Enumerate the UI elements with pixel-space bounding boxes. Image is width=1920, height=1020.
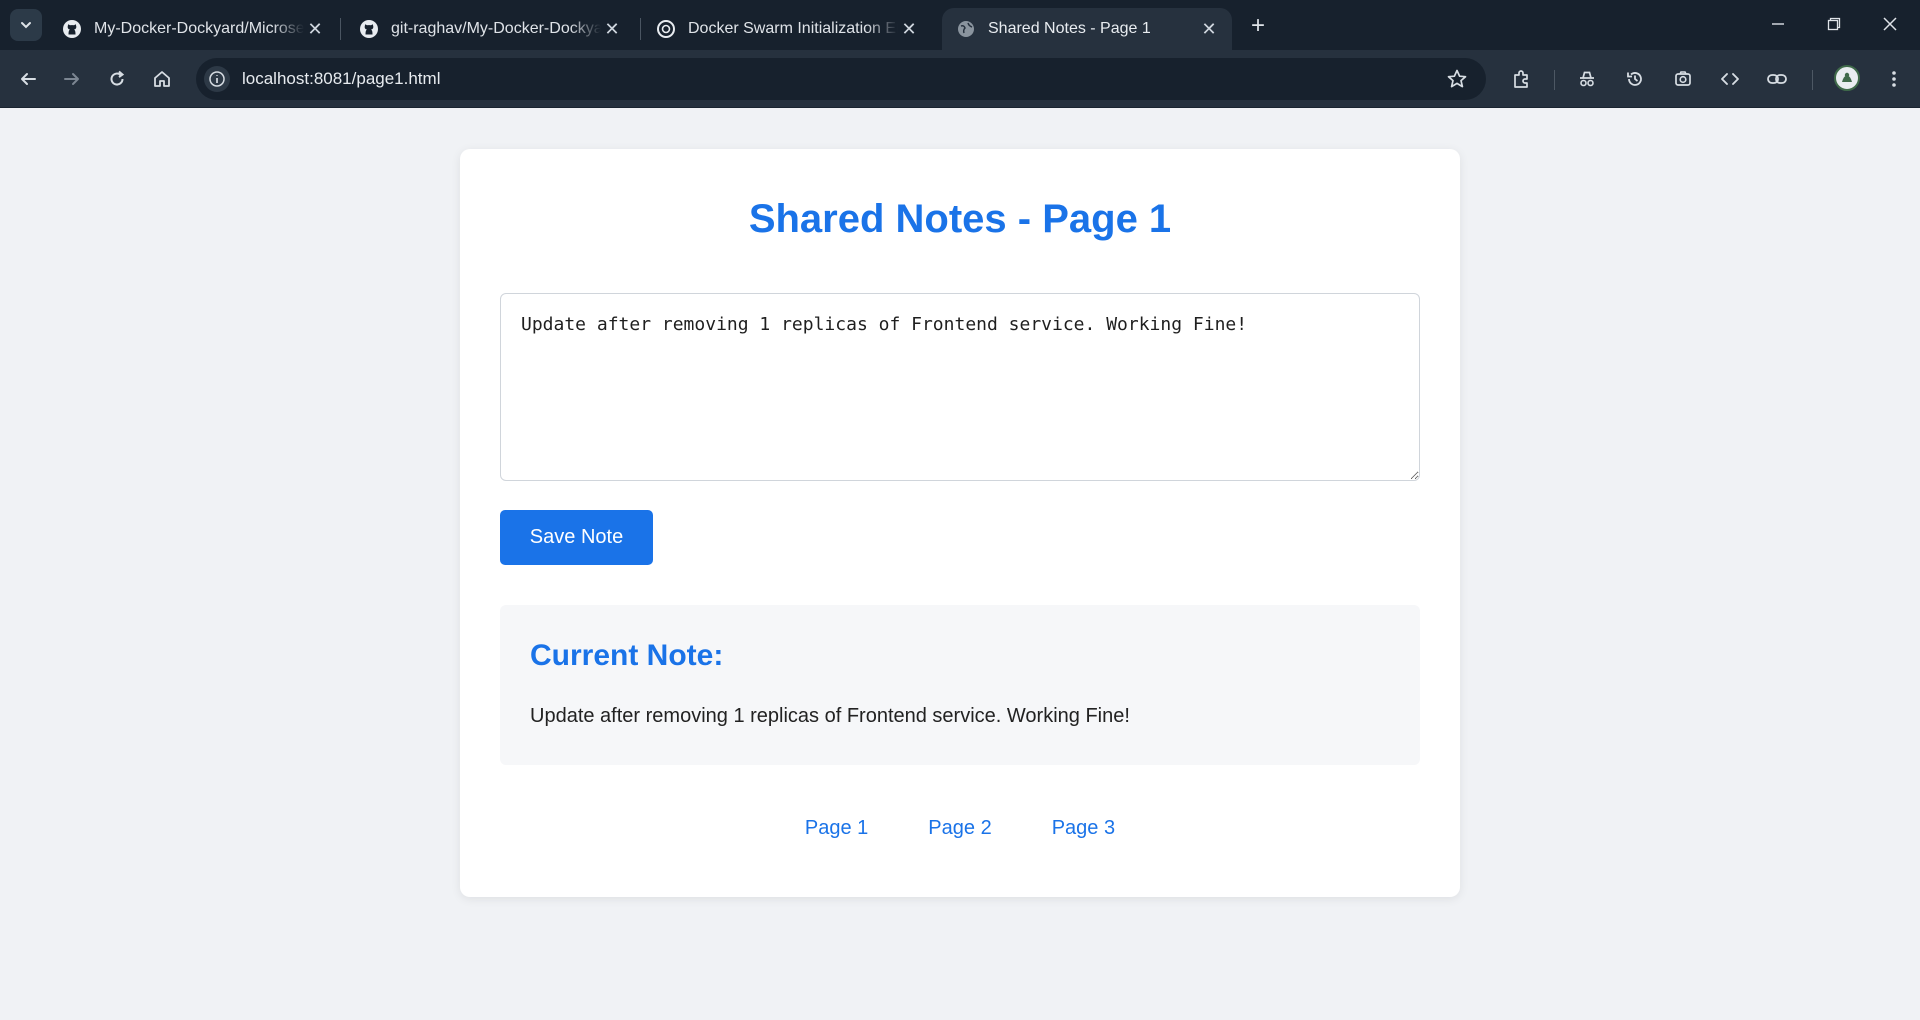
menu-kebab-icon[interactable] [1878, 63, 1910, 95]
save-note-button[interactable]: Save Note [500, 510, 653, 565]
note-textarea[interactable]: Update after removing 1 replicas of Fron… [500, 293, 1420, 481]
browser-tab-2[interactable]: git-raghav/My-Docker-Dockyard ✕ [345, 8, 635, 50]
restore-icon[interactable] [1806, 0, 1862, 48]
chevron-down-icon [21, 22, 31, 29]
browser-toolbar: localhost:8081/page1.html [0, 50, 1920, 108]
github-icon [62, 19, 82, 39]
toolbar-divider [1554, 70, 1555, 90]
close-tab-icon[interactable]: ✕ [898, 18, 920, 40]
tab-title: Shared Notes - Page 1 [988, 20, 1151, 37]
tab-title: git-raghav/My-Docker-Dockyard [391, 20, 601, 37]
url-text: localhost:8081/page1.html [242, 69, 441, 88]
browser-tab-4[interactable]: Shared Notes - Page 1 ✕ [942, 8, 1232, 50]
history-icon[interactable] [1619, 63, 1651, 95]
tab-title: Docker Swarm Initialization Error [688, 20, 898, 37]
current-note-panel: Current Note: Update after removing 1 re… [500, 605, 1420, 765]
bookmark-star-icon[interactable] [1446, 68, 1468, 95]
page-nav: Page 1 Page 2 Page 3 [460, 817, 1460, 840]
incognito-icon[interactable] [1571, 63, 1603, 95]
browser-tab-3[interactable]: Docker Swarm Initialization Error ✕ [642, 8, 932, 50]
minimize-icon[interactable] [1750, 0, 1806, 48]
nav-link-page-3[interactable]: Page 3 [1052, 817, 1115, 840]
site-info-icon[interactable] [204, 66, 230, 92]
nav-link-page-2[interactable]: Page 2 [928, 817, 991, 840]
home-icon[interactable] [146, 63, 178, 95]
chatgpt-icon [656, 19, 676, 39]
address-bar[interactable]: localhost:8081/page1.html [196, 58, 1486, 100]
close-window-icon[interactable] [1862, 0, 1918, 48]
extensions-icon[interactable] [1505, 63, 1537, 95]
tab-divider [340, 18, 341, 40]
link-icon[interactable] [1761, 63, 1793, 95]
reload-icon[interactable] [101, 63, 133, 95]
profile-icon [1842, 72, 1852, 82]
current-note-heading: Current Note: [530, 639, 724, 672]
current-note-text: Update after removing 1 replicas of Fron… [530, 705, 1130, 727]
tab-search-button[interactable] [10, 9, 42, 41]
profile-avatar[interactable] [1834, 65, 1860, 91]
new-tab-icon[interactable]: + [1244, 12, 1272, 40]
tab-title: My-Docker-Dockyard/Microservices [94, 20, 304, 37]
close-tab-icon[interactable]: ✕ [1198, 18, 1220, 40]
nav-link-page-1[interactable]: Page 1 [805, 817, 868, 840]
tab-divider [640, 18, 641, 40]
forward-arrow-icon[interactable] [56, 63, 88, 95]
github-icon [359, 19, 379, 39]
browser-tab-1[interactable]: My-Docker-Dockyard/Microservices ✕ [48, 8, 338, 50]
toolbar-divider [1812, 70, 1813, 90]
code-icon[interactable] [1714, 63, 1746, 95]
close-tab-icon[interactable]: ✕ [304, 18, 326, 40]
close-tab-icon[interactable]: ✕ [601, 18, 623, 40]
globe-icon [956, 19, 976, 39]
tab-strip: My-Docker-Dockyard/Microservices ✕ git-r… [0, 0, 1920, 50]
back-arrow-icon[interactable] [12, 63, 44, 95]
page-title: Shared Notes - Page 1 [748, 197, 1172, 241]
screenshot-icon[interactable] [1667, 63, 1699, 95]
notes-card: Shared Notes - Page 1 Update after remov… [460, 149, 1460, 897]
